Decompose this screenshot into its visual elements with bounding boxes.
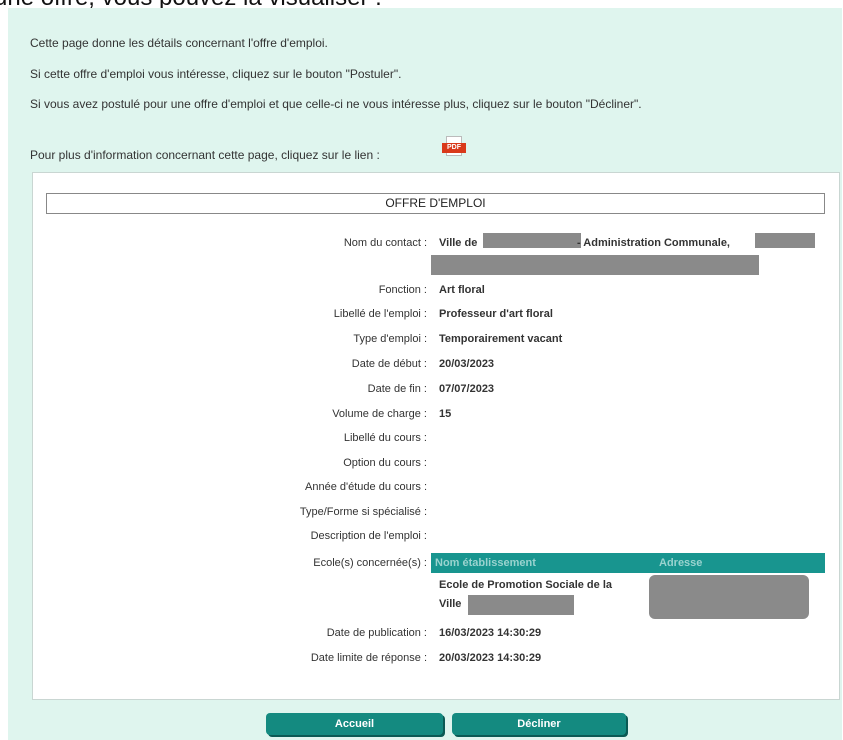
- field-value-contact-a: Ville de: [439, 237, 478, 249]
- field-value-fonction: Art floral: [439, 284, 485, 296]
- decline-button[interactable]: Décliner: [452, 713, 626, 735]
- field-label-contact: Nom du contact :: [343, 237, 427, 249]
- offer-card: OFFRE D'EMPLOI Nom du contact : Ville de…: [32, 172, 840, 700]
- field-value-contact-b: - Administration Communale,: [577, 237, 730, 249]
- school-name-line-1: Ecole de Promotion Sociale de la: [439, 579, 612, 591]
- field-label-libelle-emploi: Libellé de l'emploi :: [333, 308, 427, 320]
- ecoles-table-header: Nom établissement Adresse: [431, 553, 825, 573]
- field-label-publication: Date de publication :: [326, 627, 427, 639]
- field-label-date-debut: Date de début :: [351, 358, 427, 370]
- intro-line-1: Cette page donne les détails concernant …: [30, 36, 328, 50]
- field-label-description: Description de l'emploi :: [310, 530, 427, 542]
- school-name-line-2: Ville: [439, 598, 462, 610]
- redacted-block: [483, 233, 581, 248]
- home-button[interactable]: Accueil: [266, 713, 443, 735]
- field-label-libelle-cours: Libellé du cours :: [343, 432, 427, 444]
- pdf-icon[interactable]: PDF: [442, 136, 466, 158]
- offer-title: OFFRE D'EMPLOI: [46, 193, 825, 214]
- field-value-publication: 16/03/2023 14:30:29: [439, 627, 542, 639]
- redacted-block: [468, 595, 574, 615]
- redacted-block: [755, 233, 815, 248]
- field-label-deadline: Date limite de réponse :: [310, 652, 427, 664]
- intro-line-3: Si vous avez postulé pour une offre d'em…: [30, 97, 642, 111]
- column-header-address: Adresse: [659, 557, 703, 569]
- redacted-block: [649, 575, 809, 619]
- field-value-date-debut: 20/03/2023: [439, 358, 495, 370]
- field-value-date-fin: 07/07/2023: [439, 383, 495, 395]
- field-label-option-cours: Option du cours :: [343, 457, 427, 469]
- field-label-type-emploi: Type d'emploi :: [353, 333, 427, 345]
- field-value-libelle-emploi: Professeur d'art floral: [439, 308, 553, 320]
- intro-line-2: Si cette offre d'emploi vous intéresse, …: [30, 67, 402, 81]
- field-label-fonction: Fonction :: [378, 284, 427, 296]
- field-value-volume-charge: 15: [439, 408, 452, 420]
- field-label-date-fin: Date de fin :: [367, 383, 427, 395]
- pdf-label: PDF: [442, 143, 466, 153]
- column-header-name: Nom établissement: [435, 557, 536, 569]
- intro-line-4: Pour plus d'information concernant cette…: [30, 148, 380, 162]
- field-label-annee-etude: Année d'étude du cours :: [305, 481, 427, 493]
- field-label-ecoles: Ecole(s) concernée(s) :: [313, 557, 427, 569]
- field-label-type-forme: Type/Forme si spécialisé :: [299, 506, 427, 518]
- field-value-type-emploi: Temporairement vacant: [439, 333, 563, 345]
- field-label-volume-charge: Volume de charge :: [332, 408, 427, 420]
- redacted-block: [431, 255, 759, 275]
- field-value-deadline: 20/03/2023 14:30:29: [439, 652, 542, 664]
